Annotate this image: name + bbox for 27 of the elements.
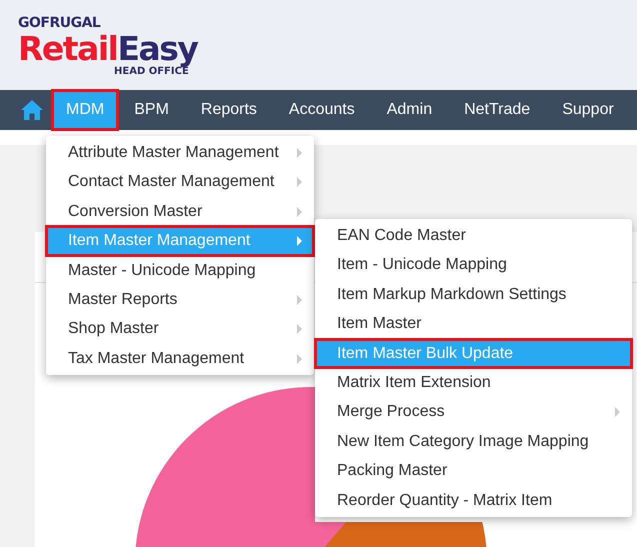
nav-tab[interactable]: Accounts (272, 90, 371, 130)
menu-item[interactable]: Item - Unicode Mapping (315, 250, 632, 280)
menu-item[interactable]: Shop Master (46, 314, 314, 344)
home-icon[interactable] (20, 99, 44, 121)
logo-word: Easy (117, 30, 198, 66)
menu-item[interactable]: Master Reports (46, 284, 314, 314)
menu-item[interactable]: New Item Category Image Mapping (315, 426, 632, 456)
menu-item[interactable]: Master - Unicode Mapping (46, 256, 314, 285)
menu-item[interactable]: Packing Master (315, 456, 632, 486)
menu-item[interactable]: Item Markup Markdown Settings (315, 280, 632, 310)
menu-item[interactable]: Contact Master Management (46, 167, 314, 197)
brand-name: GOFRUGAL (18, 16, 102, 30)
menu-item[interactable]: Conversion Master (46, 196, 314, 226)
menu-item[interactable]: Merge Process (315, 397, 632, 427)
nav-tab[interactable]: Reports (184, 90, 273, 130)
logo-word: Retail (18, 30, 118, 66)
nav-tab[interactable]: Suppor (546, 90, 630, 130)
menu-item[interactable]: Matrix Item Extension (315, 368, 632, 398)
nav-tab[interactable]: Admin (370, 90, 448, 130)
nav-tab[interactable]: NetTrade (448, 90, 546, 130)
nav-tab[interactable]: BPM (118, 90, 185, 130)
menu-item[interactable]: Attribute Master Management (46, 138, 314, 168)
menu-item[interactable]: Tax Master Management (46, 344, 314, 374)
menu-item[interactable]: Reorder Quantity - Matrix Item (315, 486, 632, 515)
menu-item[interactable]: Item Master (315, 309, 632, 339)
menu-item[interactable]: EAN Code Master (315, 221, 632, 250)
edition-label: HEAD OFFICE (114, 66, 189, 76)
